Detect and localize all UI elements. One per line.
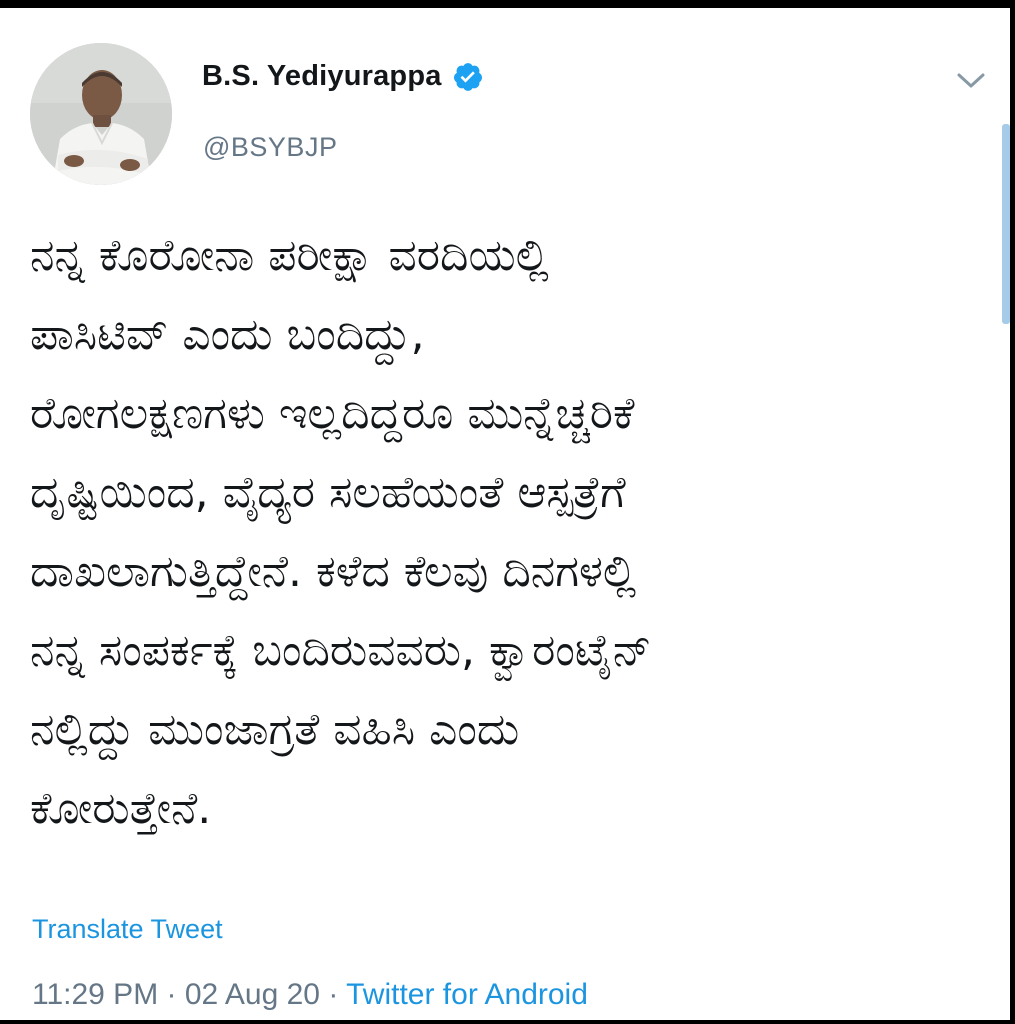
- meta-separator: ·: [320, 978, 347, 1011]
- avatar[interactable]: [30, 43, 172, 185]
- display-name[interactable]: B.S. Yediyurappa: [202, 60, 442, 93]
- tweet-date: 02 Aug 20: [184, 978, 320, 1011]
- tweet-meta: 11:29 PM · 02 Aug 20 · Twitter for Andro…: [32, 978, 588, 1012]
- chevron-down-icon[interactable]: [956, 70, 986, 92]
- tweet-time: 11:29 PM: [32, 978, 159, 1011]
- translate-tweet-link[interactable]: Translate Tweet: [32, 914, 223, 945]
- scrollbar[interactable]: [1002, 124, 1010, 324]
- meta-separator: ·: [158, 978, 185, 1011]
- user-handle[interactable]: @BSYBJP: [203, 132, 337, 163]
- tweet-source-link[interactable]: Twitter for Android: [346, 978, 588, 1011]
- author-row: B.S. Yediyurappa: [202, 60, 484, 93]
- tweet-card: B.S. Yediyurappa @BSYBJP ನನ್ನ ಕೊರೋನಾ ಪರೀ…: [0, 8, 1010, 1020]
- tweet-text: ನನ್ನ ಕೊರೋನಾ ಪರೀಕ್ಷಾ ವರದಿಯಲ್ಲಿ ಪಾಸಿಟಿವ್ ಎ…: [30, 230, 652, 834]
- verified-badge-icon: [452, 61, 484, 93]
